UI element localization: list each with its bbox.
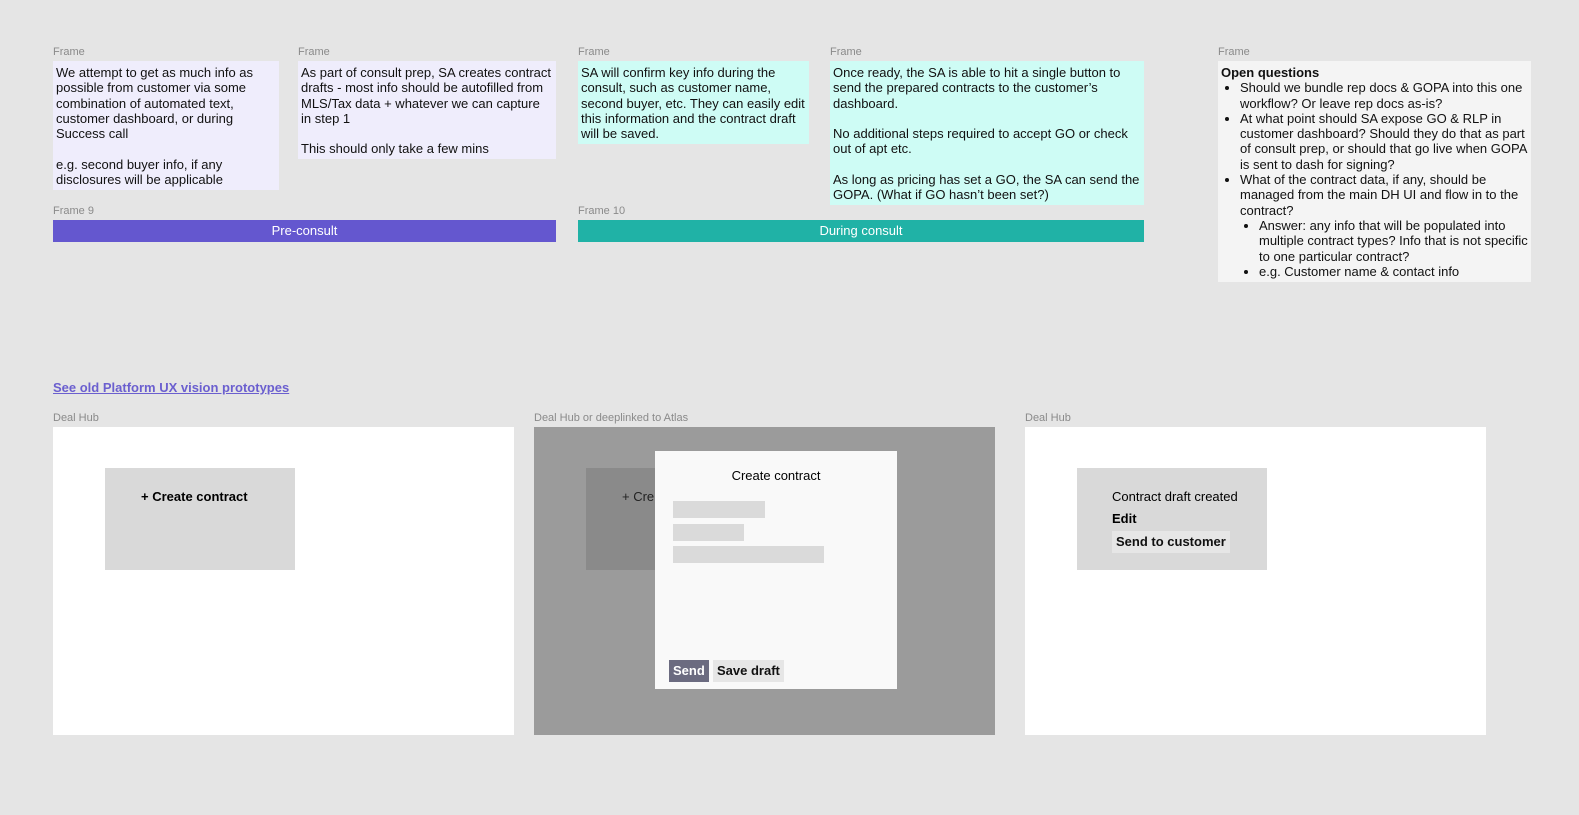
note-consult-prep[interactable]: As part of consult prep, SA creates cont… [298, 61, 556, 159]
save-draft-button[interactable]: Save draft [713, 660, 784, 682]
contract-field[interactable] [673, 524, 744, 541]
screen-label: Deal Hub [1025, 412, 1071, 424]
frame-label: Frame [830, 46, 862, 58]
frame-label: Frame 10 [578, 205, 626, 217]
create-contract-label: + Create contract [141, 489, 248, 504]
send-to-customer-button[interactable]: Send to customer [1112, 531, 1230, 553]
during-consult-bar[interactable]: During consult [578, 220, 1144, 242]
modal-title: Create contract [731, 468, 821, 483]
answer-item: e.g. Customer name & contact info [1259, 264, 1528, 279]
deal-hub-screen: + Create contract [53, 427, 514, 735]
deal-hub-modal-screen: + Cre Create contract Send Save draft [534, 427, 995, 735]
frame-label: Frame 9 [53, 205, 94, 217]
answers-list: Answer: any info that will be populated … [1259, 218, 1528, 279]
question-text: What of the contract data, if any, shoul… [1240, 172, 1519, 218]
draft-created-text: Contract draft created [1112, 489, 1238, 504]
create-contract-label: + Cre [622, 489, 655, 504]
pre-consult-bar[interactable]: Pre-consult [53, 220, 556, 242]
frame-label: Frame [578, 46, 610, 58]
contract-field[interactable] [673, 546, 824, 563]
screen-label: Deal Hub or deeplinked to Atlas [534, 412, 689, 424]
question-item: What of the contract data, if any, shoul… [1240, 172, 1528, 279]
open-questions-note[interactable]: Open questions Should we bundle rep docs… [1218, 61, 1531, 282]
prototypes-link[interactable]: See old Platform UX vision prototypes [53, 380, 289, 395]
screen-label: Deal Hub [53, 412, 99, 424]
contract-field[interactable] [673, 501, 765, 518]
frame-label: Frame [1218, 46, 1250, 58]
create-contract-card[interactable]: + Create contract [105, 468, 295, 570]
contract-draft-card: Contract draft created Edit Send to cust… [1077, 468, 1267, 570]
frame-label: Frame [298, 46, 330, 58]
note-send-contracts[interactable]: Once ready, the SA is able to hit a sing… [830, 61, 1144, 205]
answer-item: Answer: any info that will be populated … [1259, 218, 1528, 264]
edit-link[interactable]: Edit [1112, 511, 1137, 526]
send-button[interactable]: Send [669, 660, 709, 682]
create-contract-modal: Create contract Send Save draft [655, 451, 897, 689]
deal-hub-draft-screen: Contract draft created Edit Send to cust… [1025, 427, 1486, 735]
questions-list: Should we bundle rep docs & GOPA into th… [1240, 80, 1528, 279]
question-item: At what point should SA expose GO & RLP … [1240, 111, 1528, 172]
frame-label: Frame [53, 46, 85, 58]
note-confirm-info[interactable]: SA will confirm key info during the cons… [578, 61, 809, 144]
question-item: Should we bundle rep docs & GOPA into th… [1240, 80, 1528, 111]
open-questions-title: Open questions [1221, 65, 1320, 80]
note-pre-consult-info[interactable]: We attempt to get as much info as possib… [53, 61, 279, 190]
